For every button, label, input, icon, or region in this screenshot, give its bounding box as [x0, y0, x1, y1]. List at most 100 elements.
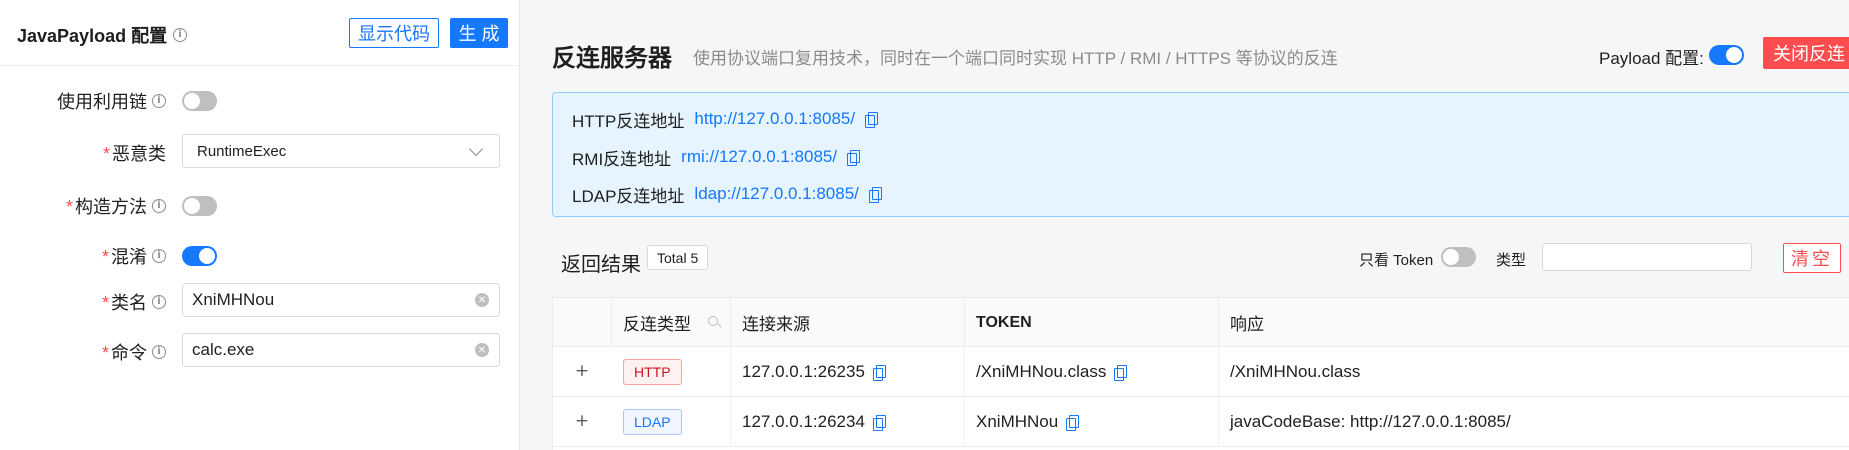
- cell-type: LDAP: [612, 397, 731, 447]
- required-mark: *: [102, 144, 110, 164]
- cell-type: HTTP: [612, 347, 731, 397]
- constructor-switch[interactable]: [182, 196, 217, 216]
- address-link[interactable]: http://127.0.0.1:8085/: [694, 109, 855, 129]
- column-title: 反连类型: [623, 315, 691, 334]
- plus-icon[interactable]: +: [573, 361, 591, 381]
- switch-knob: [184, 198, 200, 214]
- cell-source: 127.0.0.1:26234: [731, 397, 965, 447]
- show-code-button[interactable]: 显示代码: [349, 18, 439, 48]
- required-mark: *: [101, 247, 109, 267]
- type-tag: LDAP: [623, 409, 682, 435]
- address-row-http: HTTP反连地址 http://127.0.0.1:8085/: [572, 107, 879, 131]
- column-header-token: TOKEN: [965, 298, 1219, 347]
- form-row-obfuscate: * 混淆 i: [0, 237, 520, 271]
- obfuscate-switch[interactable]: [182, 246, 217, 266]
- column-header-type[interactable]: 反连类型: [612, 298, 731, 347]
- token-text: /XniMHNou.class: [976, 362, 1107, 381]
- clear-icon[interactable]: ✕: [475, 343, 489, 357]
- page-title: 反连服务器: [552, 45, 672, 72]
- input-value: calc.exe: [192, 340, 255, 359]
- form-label-malicious-class: * 恶意类: [103, 140, 166, 166]
- form-row-use-chain: 使用利用链 i: [0, 82, 520, 116]
- form-label-constructor: * 构造方法 i: [66, 193, 166, 219]
- close-reverse-button[interactable]: 关闭反连: [1763, 37, 1849, 69]
- address-info-box: HTTP反连地址 http://127.0.0.1:8085/ RMI反连地址 …: [552, 92, 1849, 217]
- info-icon[interactable]: i: [152, 249, 166, 263]
- generate-button[interactable]: 生 成: [450, 18, 508, 48]
- results-table: 反连类型 连接来源 TOKEN 响应 + HTTP 127.0.0.1:2623…: [552, 297, 1849, 450]
- results-title: 返回结果: [561, 254, 641, 276]
- cell-token: XniMHNou: [965, 397, 1219, 447]
- copy-icon[interactable]: [868, 186, 882, 203]
- panel-header: JavaPayload 配置 i 显示代码 生 成: [0, 0, 520, 66]
- only-token-switch[interactable]: [1441, 247, 1476, 267]
- label-text: 使用利用链: [57, 92, 147, 112]
- input-value: XniMHNou: [192, 290, 275, 309]
- class-name-input[interactable]: XniMHNou ✕: [182, 283, 500, 317]
- select-value: RuntimeExec: [197, 142, 287, 160]
- form-label-use-chain: 使用利用链 i: [57, 88, 166, 114]
- expand-column-header: [553, 298, 612, 347]
- type-filter-label: 类型: [1496, 252, 1527, 269]
- reverse-server-panel: 反连服务器 使用协议端口复用技术，同时在一个端口同时实现 HTTP / RMI …: [521, 0, 1849, 450]
- info-icon[interactable]: i: [152, 199, 166, 213]
- clear-results-button[interactable]: 清空: [1783, 243, 1841, 273]
- copy-icon[interactable]: [872, 364, 886, 381]
- table-row: + HTTP 127.0.0.1:26235 /XniMHNou.class /…: [553, 347, 1849, 397]
- address-link[interactable]: rmi://127.0.0.1:8085/: [681, 147, 837, 167]
- required-mark: *: [65, 197, 73, 217]
- type-filter-input[interactable]: [1542, 243, 1752, 271]
- java-payload-panel: JavaPayload 配置 i 显示代码 生 成 使用利用链 i * 恶意类 R…: [0, 0, 520, 450]
- info-icon[interactable]: i: [152, 94, 166, 108]
- column-header-source: 连接来源: [731, 298, 965, 347]
- info-icon[interactable]: i: [152, 295, 166, 309]
- clear-icon[interactable]: ✕: [475, 293, 489, 307]
- cell-token: /XniMHNou.class: [965, 347, 1219, 397]
- malicious-class-select[interactable]: RuntimeExec: [182, 134, 500, 168]
- info-icon[interactable]: i: [152, 345, 166, 359]
- copy-icon[interactable]: [1066, 414, 1080, 431]
- table-row: + LDAP 127.0.0.1:26234 XniMHNou javaCode…: [553, 397, 1849, 447]
- required-mark: *: [101, 343, 109, 363]
- label-text: 构造方法: [75, 197, 147, 217]
- label-text: 类名: [111, 293, 147, 313]
- panel-title-text: JavaPayload 配置: [17, 26, 168, 46]
- command-input[interactable]: calc.exe ✕: [182, 333, 500, 367]
- address-label: RMI反连地址: [572, 149, 672, 169]
- form-row-malicious-class: * 恶意类 RuntimeExec: [0, 134, 520, 168]
- address-label: LDAP反连地址: [572, 186, 685, 206]
- label-text: 命令: [111, 343, 147, 363]
- copy-icon[interactable]: [865, 111, 879, 128]
- switch-knob: [184, 93, 200, 109]
- switch-knob: [1726, 47, 1742, 63]
- plus-icon[interactable]: +: [573, 411, 591, 431]
- payload-config-switch[interactable]: [1709, 45, 1744, 65]
- page: JavaPayload 配置 i 显示代码 生 成 使用利用链 i * 恶意类 R…: [0, 0, 1849, 450]
- form-row-command: * 命令 i calc.exe ✕: [0, 333, 520, 367]
- form-label-obfuscate: * 混淆 i: [102, 243, 166, 269]
- address-row-ldap: LDAP反连地址 ldap://127.0.0.1:8085/: [572, 182, 882, 206]
- address-link[interactable]: ldap://127.0.0.1:8085/: [694, 184, 858, 204]
- address-label: HTTP反连地址: [572, 111, 685, 131]
- label-text: 混淆: [111, 247, 147, 267]
- use-chain-switch[interactable]: [182, 91, 217, 111]
- form-row-constructor: * 构造方法 i: [0, 187, 520, 221]
- chevron-down-icon: [468, 141, 484, 157]
- copy-icon[interactable]: [1114, 364, 1128, 381]
- panel-title: JavaPayload 配置 i: [17, 22, 188, 48]
- total-badge: Total 5: [647, 245, 709, 270]
- info-icon[interactable]: i: [173, 28, 188, 42]
- copy-icon[interactable]: [872, 414, 886, 431]
- cell-response: /XniMHNou.class: [1219, 347, 1849, 397]
- copy-icon[interactable]: [847, 149, 861, 166]
- search-icon[interactable]: [708, 316, 718, 326]
- switch-knob: [199, 248, 215, 264]
- form-label-command: * 命令 i: [102, 339, 166, 365]
- label-text: 恶意类: [112, 144, 166, 164]
- required-mark: *: [101, 293, 109, 313]
- source-text: 127.0.0.1:26234: [742, 412, 865, 431]
- cell-response: javaCodeBase: http://127.0.0.1:8085/: [1219, 397, 1849, 447]
- table-header: 反连类型 连接来源 TOKEN 响应: [553, 298, 1849, 347]
- cell-source: 127.0.0.1:26235: [731, 347, 965, 397]
- page-description: 使用协议端口复用技术，同时在一个端口同时实现 HTTP / RMI / HTTP…: [693, 49, 1338, 68]
